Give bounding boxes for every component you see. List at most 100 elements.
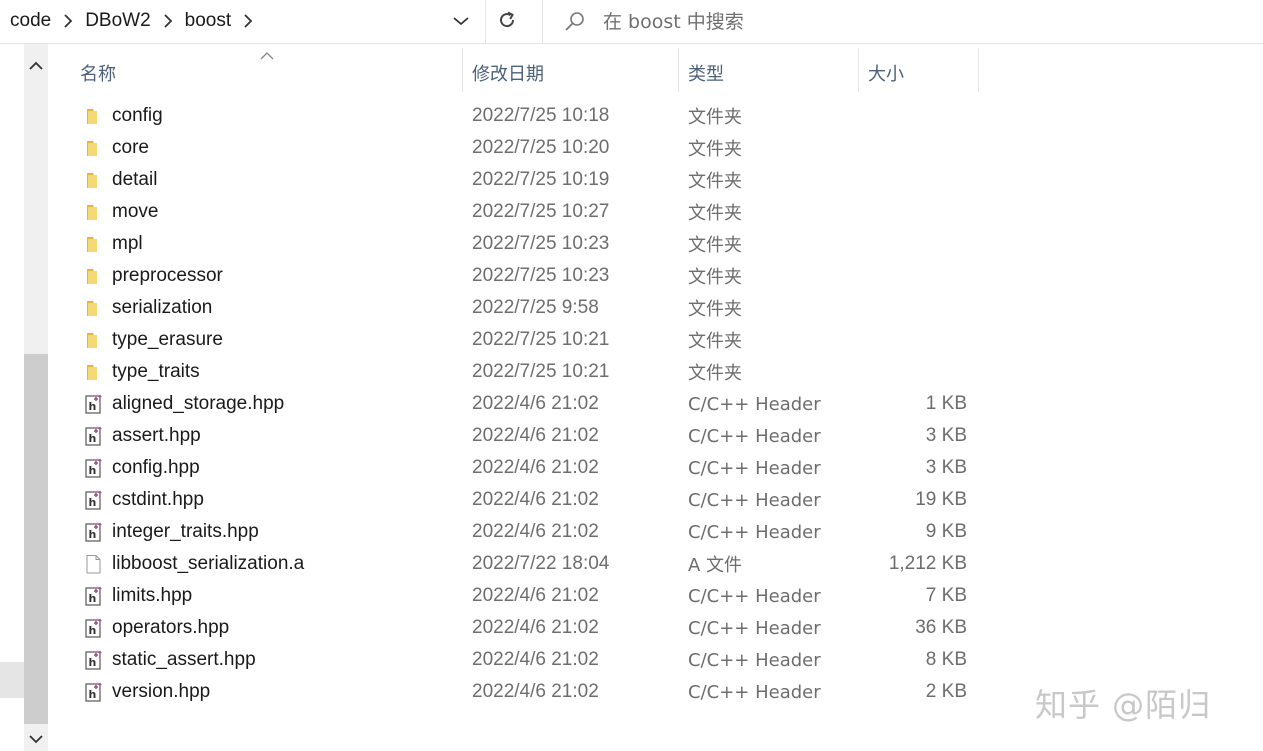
navigation-scrollbar-thumb[interactable] — [24, 354, 48, 724]
search-input[interactable] — [603, 0, 1243, 44]
file-row[interactable]: config 2022/7/25 10:18 文件夹 — [50, 100, 1263, 132]
search-box[interactable] — [542, 0, 1263, 44]
file-name[interactable]: serialization — [112, 292, 212, 324]
file-size — [870, 228, 967, 260]
column-divider[interactable] — [858, 48, 859, 92]
file-size: 2 KB — [925, 681, 967, 702]
svg-text:h: h — [89, 688, 97, 701]
file-modified-date: 2022/7/22 18:04 — [472, 553, 610, 574]
folder-icon — [84, 330, 104, 350]
file-row[interactable]: libboost_serialization.a 2022/7/22 18:04 A… — [50, 548, 1263, 580]
file-size: 36 KB — [915, 617, 967, 638]
divider — [485, 0, 486, 44]
address-bar: code DBoW2 boost — [0, 0, 1263, 44]
file-name[interactable]: operators.hpp — [112, 612, 229, 644]
file-type: 文件夹 — [688, 107, 742, 128]
file-name[interactable]: detail — [112, 164, 157, 196]
column-header-name[interactable]: 名称 — [80, 44, 116, 90]
breadcrumb: code DBoW2 boost — [8, 0, 263, 42]
file-type: 文件夹 — [688, 363, 742, 384]
file-row[interactable]: h aligned_storage.hpp 2022/4/6 21:02 C/C++ … — [50, 388, 1263, 420]
file-modified-date: 2022/7/25 9:58 — [472, 297, 599, 318]
file-type: 文件夹 — [688, 171, 742, 192]
file-name[interactable]: version.hpp — [112, 676, 210, 708]
file-name[interactable]: limits.hpp — [112, 580, 192, 612]
file-row[interactable]: h integer_traits.hpp 2022/4/6 21:02 C/C++ H… — [50, 516, 1263, 548]
file-name[interactable]: assert.hpp — [112, 420, 201, 452]
file-name[interactable]: preprocessor — [112, 260, 223, 292]
file-modified-date: 2022/7/25 10:18 — [472, 105, 610, 126]
file-modified-date: 2022/7/25 10:19 — [472, 169, 610, 190]
chevron-down-icon — [453, 13, 469, 31]
breadcrumb-item-boost[interactable]: boost — [183, 10, 233, 32]
file-row[interactable]: mpl 2022/7/25 10:23 文件夹 — [50, 228, 1263, 260]
file-name[interactable]: core — [112, 132, 149, 164]
file-row[interactable]: type_erasure 2022/7/25 10:21 文件夹 — [50, 324, 1263, 356]
folder-icon — [84, 266, 104, 286]
folder-icon — [84, 298, 104, 318]
address-history-button[interactable] — [446, 8, 476, 36]
file-size — [870, 324, 967, 356]
file-modified-date: 2022/4/6 21:02 — [472, 585, 599, 606]
file-row[interactable]: h cstdint.hpp 2022/4/6 21:02 C/C++ Header 19… — [50, 484, 1263, 516]
file-type: 文件夹 — [688, 267, 742, 288]
file-row[interactable]: h static_assert.hpp 2022/4/6 21:02 C/C++ He… — [50, 644, 1263, 676]
column-divider[interactable] — [462, 48, 463, 92]
chevron-right-icon[interactable] — [233, 0, 263, 42]
file-type: 文件夹 — [688, 203, 742, 224]
file-type: C/C++ Header — [688, 585, 821, 607]
file-modified-date: 2022/4/6 21:02 — [472, 489, 599, 510]
file-name[interactable]: config.hpp — [112, 452, 200, 484]
file-name[interactable]: move — [112, 196, 158, 228]
file-modified-date: 2022/7/25 10:23 — [472, 265, 610, 286]
breadcrumb-item-code[interactable]: code — [8, 10, 53, 32]
file-row[interactable]: move 2022/7/25 10:27 文件夹 — [50, 196, 1263, 228]
file-type: C/C++ Header — [688, 393, 821, 415]
file-modified-date: 2022/7/25 10:21 — [472, 329, 610, 350]
file-type: C/C++ Header — [688, 457, 821, 479]
file-name[interactable]: static_assert.hpp — [112, 644, 256, 676]
column-divider[interactable] — [978, 48, 979, 92]
svg-text:h: h — [89, 624, 97, 637]
file-type: C/C++ Header — [688, 425, 821, 447]
file-type: 文件夹 — [688, 331, 742, 352]
file-name[interactable]: config — [112, 100, 163, 132]
column-header-date[interactable]: 修改日期 — [472, 44, 544, 90]
file-row[interactable]: type_traits 2022/7/25 10:21 文件夹 — [50, 356, 1263, 388]
file-modified-date: 2022/4/6 21:02 — [472, 457, 599, 478]
file-name[interactable]: mpl — [112, 228, 143, 260]
breadcrumb-item-dbow2[interactable]: DBoW2 — [83, 10, 152, 32]
file-size: 7 KB — [925, 585, 967, 606]
file-row[interactable]: h operators.hpp 2022/4/6 21:02 C/C++ Header… — [50, 612, 1263, 644]
navigation-selected-item[interactable] — [0, 662, 24, 698]
file-name[interactable]: cstdint.hpp — [112, 484, 204, 516]
header-file-icon: h — [84, 682, 104, 702]
file-name[interactable]: aligned_storage.hpp — [112, 388, 284, 420]
column-header-type[interactable]: 类型 — [688, 44, 724, 90]
file-row[interactable]: serialization 2022/7/25 9:58 文件夹 — [50, 292, 1263, 324]
file-row[interactable]: preprocessor 2022/7/25 10:23 文件夹 — [50, 260, 1263, 292]
file-row[interactable]: detail 2022/7/25 10:19 文件夹 — [50, 164, 1263, 196]
file-modified-date: 2022/7/25 10:20 — [472, 137, 610, 158]
header-file-icon: h — [84, 586, 104, 606]
file-row[interactable]: h limits.hpp 2022/4/6 21:02 C/C++ Header 7 K… — [50, 580, 1263, 612]
file-row[interactable]: core 2022/7/25 10:20 文件夹 — [50, 132, 1263, 164]
column-divider[interactable] — [678, 48, 679, 92]
file-size: 8 KB — [925, 649, 967, 670]
file-name[interactable]: integer_traits.hpp — [112, 516, 259, 548]
refresh-button[interactable] — [487, 6, 527, 38]
file-name[interactable]: libboost_serialization.a — [112, 548, 304, 580]
chevron-right-icon[interactable] — [153, 0, 183, 42]
svg-text:h: h — [89, 400, 97, 413]
scroll-up-button[interactable] — [24, 52, 48, 80]
chevron-right-icon[interactable] — [53, 0, 83, 42]
column-header-size[interactable]: 大小 — [868, 44, 904, 90]
header-file-icon: h — [84, 650, 104, 670]
file-modified-date: 2022/7/25 10:27 — [472, 201, 610, 222]
scroll-down-button[interactable] — [24, 728, 48, 751]
file-name[interactable]: type_traits — [112, 356, 200, 388]
file-size: 1 KB — [925, 393, 967, 414]
file-row[interactable]: h assert.hpp 2022/4/6 21:02 C/C++ Header 3 K… — [50, 420, 1263, 452]
file-name[interactable]: type_erasure — [112, 324, 223, 356]
file-row[interactable]: h config.hpp 2022/4/6 21:02 C/C++ Header 3 K… — [50, 452, 1263, 484]
